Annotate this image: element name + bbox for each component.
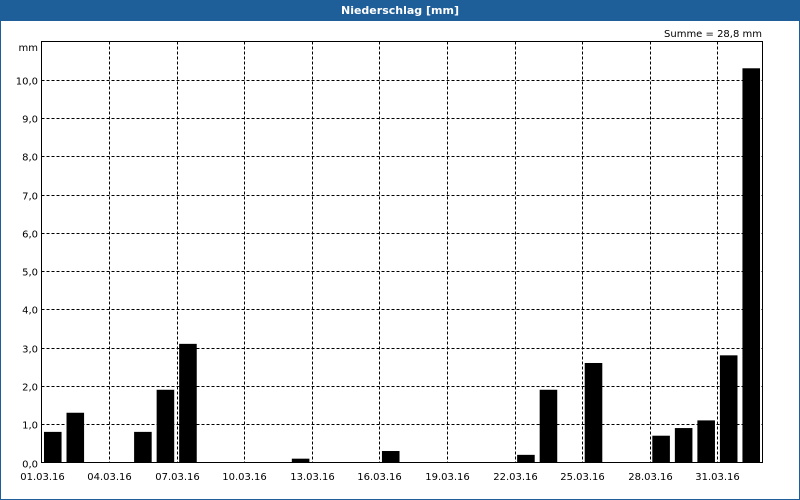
- bar: [66, 412, 85, 463]
- y-tick-label: 7,0: [22, 192, 38, 203]
- bar: [584, 362, 603, 463]
- x-tick-label: 28.03.16: [628, 472, 673, 483]
- y-tick-label: 9,0: [22, 115, 38, 126]
- precipitation-chart: Summe = 28,8 mm mm 0,0 1,0 2,0 3,0 4,0 5,0 6,0…: [16, 29, 763, 483]
- plot-frame: [41, 41, 763, 463]
- bar: [674, 428, 693, 463]
- y-tick-label: 10,0: [16, 77, 38, 88]
- y-tick-label: 5,0: [22, 268, 38, 279]
- x-tick-labels: 01.03.16 04.03.16 07.03.16 10.03.16 13.03.16…: [20, 472, 740, 483]
- bar: [134, 431, 152, 463]
- bar: [697, 420, 715, 463]
- y-tick-label: 1,0: [22, 421, 38, 432]
- bar: [742, 68, 761, 463]
- grid-lines: [41, 41, 763, 463]
- bar: [719, 355, 738, 463]
- bar: [156, 389, 175, 463]
- y-tick-label: 8,0: [22, 153, 38, 164]
- bar: [291, 458, 310, 463]
- x-tick-label: 01.03.16: [20, 472, 65, 483]
- y-tick-labels: 0,0 1,0 2,0 3,0 4,0 5,0 6,0 7,0 8,0 9,0 10,0: [16, 77, 38, 471]
- x-tick-label: 16.03.16: [357, 472, 402, 483]
- x-tick-label: 04.03.16: [87, 472, 132, 483]
- y-tick-label: 0,0: [22, 460, 38, 471]
- chart-window: Niederschlag [mm] Summe = 28,8 mm mm 0,0…: [0, 0, 800, 500]
- bar: [539, 389, 558, 463]
- y-axis-unit: mm: [19, 43, 38, 54]
- bar: [43, 431, 62, 463]
- y-tick-label: 2,0: [22, 383, 38, 394]
- x-tick-label: 10.03.16: [222, 472, 267, 483]
- bar: [381, 451, 400, 463]
- x-tick-label: 13.03.16: [290, 472, 335, 483]
- bars: [43, 68, 761, 463]
- y-tick-label: 6,0: [22, 230, 38, 241]
- x-tick-label: 19.03.16: [425, 472, 470, 483]
- y-tick-label: 3,0: [22, 345, 38, 356]
- x-tick-label: 22.03.16: [493, 472, 538, 483]
- x-tick-label: 25.03.16: [560, 472, 605, 483]
- bar: [652, 435, 670, 463]
- bar: [179, 343, 197, 463]
- y-tick-label: 4,0: [22, 306, 38, 317]
- x-tick-label: 07.03.16: [155, 472, 200, 483]
- bar: [517, 454, 535, 463]
- sum-label: Summe = 28,8 mm: [664, 29, 762, 40]
- x-tick-label: 31.03.16: [695, 472, 740, 483]
